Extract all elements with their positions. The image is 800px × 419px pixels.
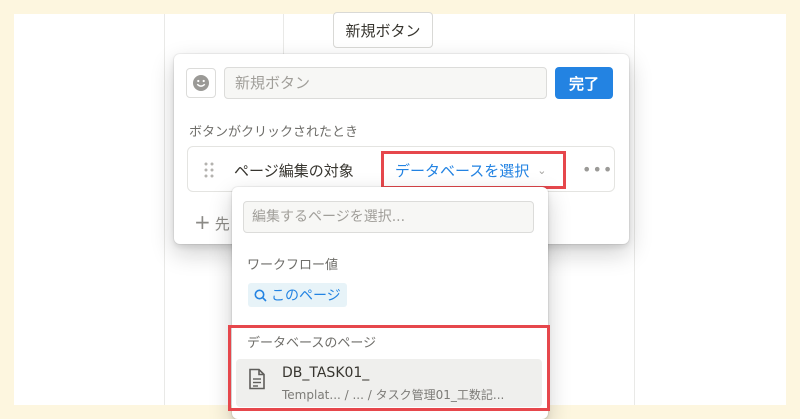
chevron-down-icon: ⌄ (537, 163, 547, 177)
search-icon (254, 289, 267, 302)
button-name-input[interactable]: 新規ボタン (224, 67, 547, 99)
database-page-title: DB_TASK01_ (282, 365, 370, 381)
emoji-face-icon (193, 75, 209, 91)
database-select-dropdown[interactable]: データベースを選択 ⌄ (381, 151, 566, 189)
add-action-row[interactable]: + 先 (194, 210, 230, 234)
add-action-label: 先 (214, 215, 230, 233)
document-icon (249, 368, 265, 390)
action-label: ページ編集の対象 (234, 162, 354, 180)
database-pages-header: データベースのページ (247, 336, 377, 351)
this-page-label: このページ (271, 288, 341, 304)
page-select-dropdown: 編集するページを選択... ワークフロー値 このページ データベースのページ D… (228, 187, 550, 419)
database-page-item[interactable]: DB_TASK01_ Templat... / ... / タスク管理01_工数… (236, 359, 542, 407)
trigger-section-label: ボタンがクリックされたとき (189, 125, 359, 140)
background-divider-right (634, 14, 635, 405)
drag-handle-icon[interactable] (204, 162, 214, 178)
database-page-path: Templat... / ... / タスク管理01_工数記... (282, 388, 505, 402)
edit-page-action-row[interactable]: ページ編集の対象 データベースを選択 ⌄ ••• (187, 146, 615, 192)
emoji-icon-button[interactable] (186, 68, 216, 98)
background-divider-left (164, 14, 165, 405)
new-button-block[interactable]: 新規ボタン (333, 12, 433, 48)
more-dots-icon[interactable]: ••• (582, 160, 613, 179)
done-button[interactable]: 完了 (555, 67, 613, 99)
plus-icon: + (194, 210, 211, 234)
workflow-values-header: ワークフロー値 (247, 258, 339, 273)
page-search-input[interactable]: 編集するページを選択... (243, 201, 534, 233)
database-select-label: データベースを選択 (395, 161, 530, 180)
this-page-option[interactable]: このページ (248, 283, 347, 307)
